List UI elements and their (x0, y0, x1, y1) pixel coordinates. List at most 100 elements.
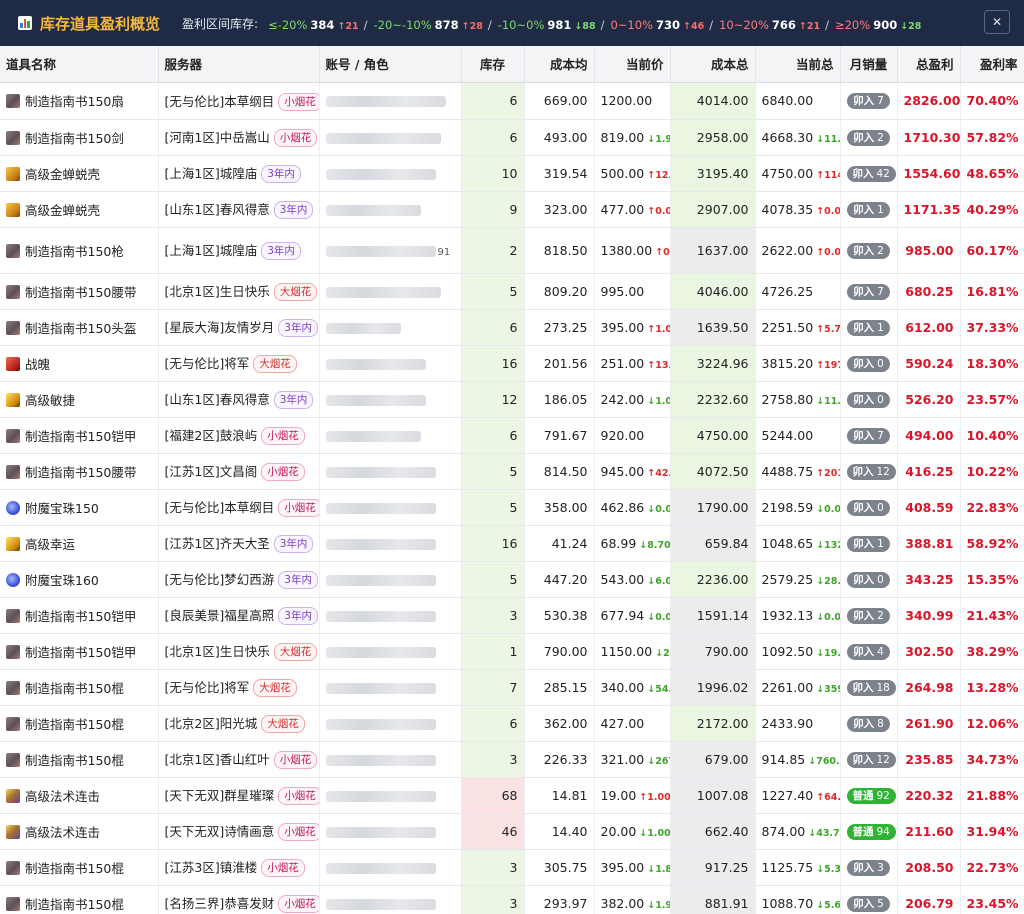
cell-profit-rate: 16.81% (960, 273, 1024, 310)
current-total-value: 914.85 (761, 751, 806, 767)
table-row[interactable]: 制造指南书150铠甲[良辰美景]福星高照3年内3530.38677.94↓0.0… (0, 597, 1024, 634)
cell-server: [无与伦比]梦幻西游 3年内 (158, 561, 320, 598)
table-row[interactable]: 制造指南书150棍[名扬三界]恭喜发财小烟花3293.97382.00↓1.99… (0, 885, 1024, 914)
current-total-value: 4668.30 (761, 129, 814, 145)
bucket-range: ≥20% (834, 17, 871, 32)
table-row[interactable]: 高级法术连击 [天下无双]诗情画意 小烟花 46 14.40 20.00 ↓1.00 662.… (0, 813, 1024, 850)
server-name: [无与伦比]本草纲目 (164, 93, 275, 109)
col-header-cost-avg[interactable]: 成本均 (524, 46, 595, 83)
cell-price: 382.00↓1.99 (594, 885, 671, 914)
current-total-change: ↑0.02 (816, 246, 839, 258)
col-header-price[interactable]: 当前价 (594, 46, 671, 83)
item-icon (6, 500, 20, 515)
table-row[interactable]: 附魔宝珠150[无与伦比]本草纲目小烟花5358.00462.86↓0.0117… (0, 489, 1024, 526)
sales-count: 2 (877, 609, 884, 622)
col-header-monthly-sales[interactable]: 月销量 (840, 46, 898, 83)
cell-total-profit: 235.85 (897, 741, 961, 778)
server-name: [天下无双]诗情画意 (164, 824, 275, 839)
cell-item-name: 制造指南书150枪 (0, 227, 159, 274)
table-row[interactable]: 制造指南书150棍 [北京2区]阳光城 大烟花 6 362.00 427.00 2172.0… (0, 705, 1024, 742)
price-value: 427.00 (600, 715, 645, 731)
table-row[interactable]: 制造指南书150棍[北京1区]香山红叶小烟花3226.33321.00↓267.… (0, 741, 1024, 778)
server-name: [江苏1区]齐天大圣 (164, 536, 270, 551)
table-row[interactable]: 高级金蝉蜕壳[山东1区]春风得意3年内9323.00477.00↑0.01290… (0, 191, 1024, 228)
col-header-profit-rate[interactable]: 盈利率 (960, 46, 1024, 83)
table-row[interactable]: 制造指南书150枪[上海1区]城隍庙3年内912818.501380.00↑0.… (0, 227, 1024, 274)
sales-label: 卯入 (853, 897, 875, 910)
cell-item-name: 制造指南书150铠甲 (0, 417, 159, 454)
bucket-range: -20~-10% (373, 17, 432, 32)
table-row[interactable]: 制造指南书150头盔[星辰大海]友情岁月3年内6273.25395.00↑1.0… (0, 309, 1024, 346)
item-name: 制造指南书150铠甲 (25, 608, 137, 624)
close-button[interactable]: ✕ (984, 10, 1010, 34)
cell-stock: 5 (461, 273, 525, 310)
table-row[interactable]: 制造指南书150扇 [无与伦比]本草纲目 小烟花 6 669.00 1200.00 4014… (0, 82, 1024, 120)
col-header-item-name[interactable]: 道具名称 (0, 46, 159, 83)
current-total-change: ↓5.36 (816, 863, 839, 875)
server-tag: 小烟花 (278, 92, 318, 111)
item-name: 制造指南书150棍 (25, 680, 124, 696)
cell-price: 677.94↓0.01 (594, 597, 671, 634)
cell-item-name: 制造指南书150棍 (0, 849, 159, 886)
item-icon (6, 94, 20, 108)
sales-count: 4 (877, 645, 884, 658)
cell-item-name: 制造指南书150铠甲 (0, 597, 159, 634)
col-header-cost-total[interactable]: 成本总 (670, 46, 756, 83)
table-row[interactable]: 战魄[无与伦比]将军大烟花16201.56251.00↑13.003224.96… (0, 345, 1024, 382)
server-tag: 小烟花 (261, 859, 305, 877)
cell-profit-rate: 22.73% (960, 849, 1024, 886)
col-header-account[interactable]: 账号 / 角色 (319, 46, 462, 83)
sales-badge: 卯入 1 (847, 535, 890, 552)
blurred-account (325, 898, 436, 910)
table-row[interactable]: 制造指南书150棍[江苏3区]镇淮楼小烟花3305.75395.00↓1.889… (0, 849, 1024, 886)
cell-server: [山东1区]春风得意 3年内 (158, 191, 320, 228)
item-icon (6, 716, 20, 731)
cell-account (319, 82, 462, 120)
cell-profit-rate: 38.29% (960, 633, 1024, 670)
blurred-account (325, 245, 436, 257)
cell-profit-rate: 23.45% (960, 885, 1024, 914)
server-tag: 大烟花 (273, 283, 318, 301)
price-value: 395.00 (600, 859, 645, 875)
price-value: 68.99 (600, 535, 637, 551)
table-row[interactable]: 高级金蝉蜕壳[上海1区]城隍庙3年内10319.54500.00↑12.0031… (0, 155, 1024, 192)
cell-stock: 16 (461, 345, 525, 382)
col-header-stock[interactable]: 库存 (461, 46, 525, 83)
cell-cost-avg: 530.38 (524, 597, 595, 634)
table-row[interactable]: 附魔宝珠160[无与伦比]梦幻西游3年内5447.20543.00↓6.0022… (0, 561, 1024, 598)
sales-label: 卯入 (853, 244, 875, 257)
table-row[interactable]: 制造指南书150棍[无与伦比]将军大烟花7285.15340.00↓54.001… (0, 669, 1024, 706)
item-icon (6, 166, 20, 181)
item-name: 附魔宝珠150 (25, 500, 99, 516)
col-header-total-profit[interactable]: 总盈利 (897, 46, 961, 83)
server-tag: 小烟花 (273, 129, 318, 147)
col-header-current-total[interactable]: 当前总 (755, 46, 841, 83)
table-row[interactable]: 高级法术连击 [天下无双]群星璀璨 小烟花 68 14.81 19.00 ↑1.00 1007… (0, 777, 1024, 814)
blurred-account (325, 646, 436, 658)
cell-current-total: 2758.80↓11.40 (755, 381, 841, 418)
price-value: 1150.00 (600, 643, 653, 659)
current-total-change: ↓28.50 (816, 575, 839, 587)
cell-current-total: 3815.20↑197.60 (755, 345, 841, 382)
cell-price: 1150.00↓20.00 (594, 633, 671, 670)
price-change: ↑42.50 (647, 467, 669, 479)
cell-cost-avg: 818.50 (524, 227, 595, 274)
table-row[interactable]: 制造指南书150铠甲[北京1区]生日快乐大烟花1790.001150.00↓20… (0, 633, 1024, 670)
cell-account (319, 489, 462, 526)
sales-label: 卯入 (853, 285, 875, 298)
table-row[interactable]: 制造指南书150铠甲 [福建2区]鼓浪屿 小烟花 6 791.67 920.00 4750.… (0, 417, 1024, 454)
cell-cost-total: 917.25 (670, 849, 756, 886)
cell-current-total: 2198.59↓0.05 (755, 489, 841, 526)
col-header-server[interactable]: 服务器 (158, 46, 320, 83)
server-name: [天下无双]群星璀璨 (164, 788, 275, 803)
server-tag: 小烟花 (261, 463, 305, 481)
cell-profit-rate: 15.35% (960, 561, 1024, 598)
table-row[interactable]: 高级敏捷[山东1区]春风得意3年内12186.05242.00↓1.002232… (0, 381, 1024, 418)
table-row[interactable]: 高级幸运 [江苏1区]齐天大圣 3年内 16 41.24 68.99 ↓8.70 659.84… (0, 525, 1024, 562)
sales-label: 卯入 (853, 645, 875, 658)
table-row[interactable]: 制造指南书150腰带 [北京1区]生日快乐 大烟花 5 809.20 995.00 4046… (0, 273, 1024, 310)
cell-profit-rate: 12.06% (960, 705, 1024, 742)
blurred-account (325, 862, 436, 874)
table-row[interactable]: 制造指南书150腰带[江苏1区]文昌阁小烟花5814.50945.00↑42.5… (0, 453, 1024, 490)
table-row[interactable]: 制造指南书150剑[河南1区]中岳嵩山小烟花6493.00819.00↓1.99… (0, 119, 1024, 156)
